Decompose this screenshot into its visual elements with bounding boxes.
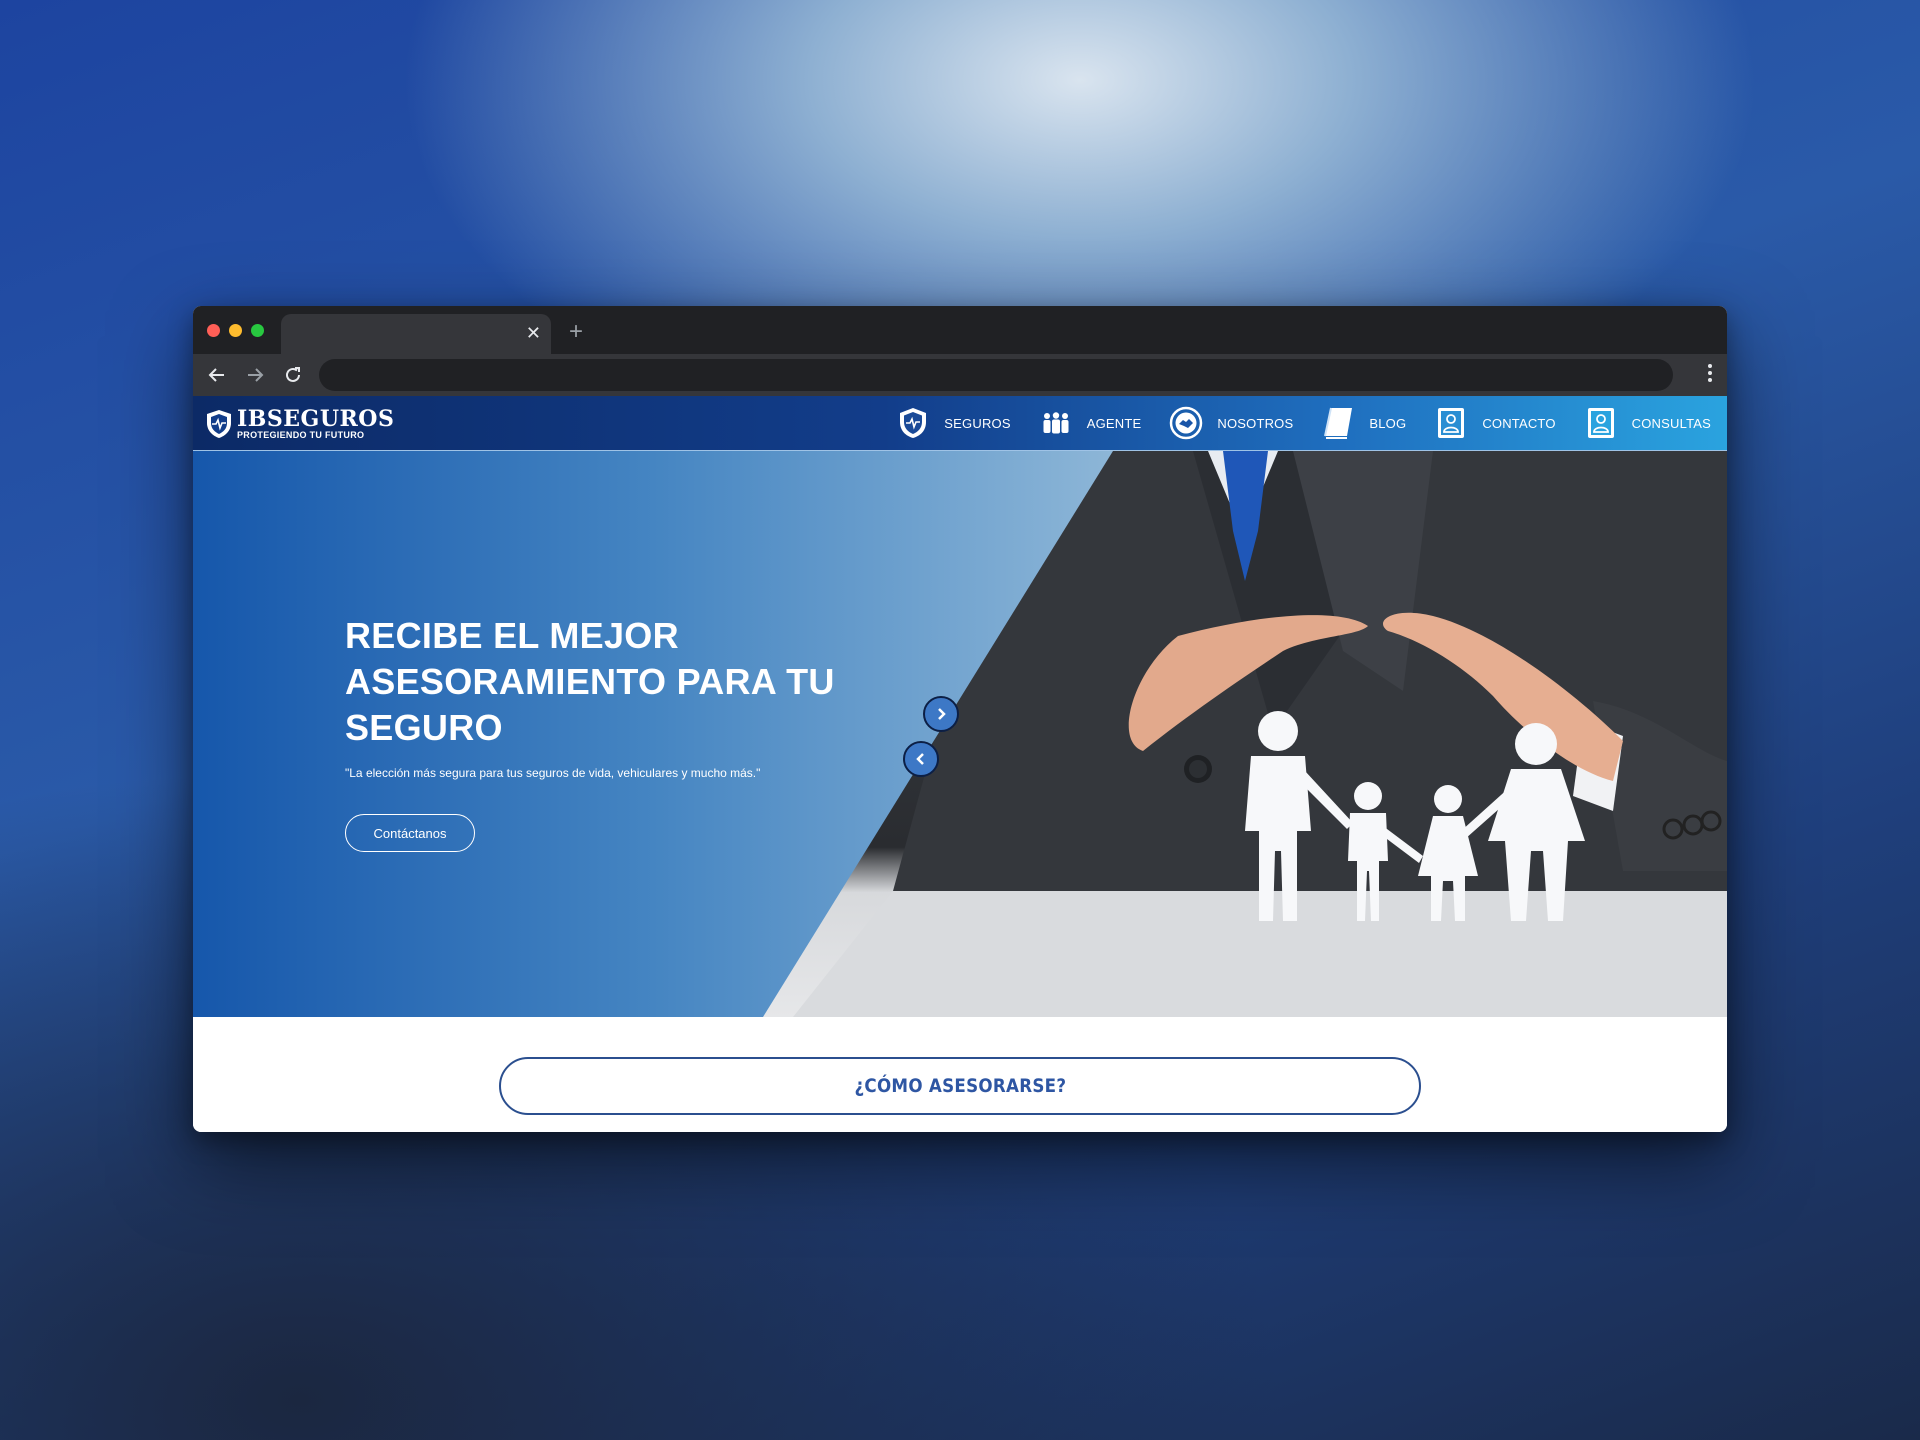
website: IBSEGUROS PROTEGIENDO TU FUTURO SEGUROS … [193,396,1727,1132]
forward-button[interactable] [241,361,269,389]
nav-blog[interactable]: BLOG [1321,406,1406,440]
how-to-advise-button[interactable]: ¿CÓMO ASESORARSE? [499,1057,1421,1115]
tab-close-icon[interactable]: ✕ [526,322,541,344]
slider-next-button[interactable] [923,696,959,732]
browser-window: ✕ + IBSEGUROS PROTEGIENDO TU FUTURO SEGU… [193,306,1727,1132]
hero-title: RECIBE EL MEJOR ASESORAMIENTO PARA TU SE… [345,615,835,748]
nav-label-contacto: CONTACTO [1482,415,1556,431]
back-button[interactable] [203,361,231,389]
chevron-left-icon [916,753,924,765]
new-tab-button[interactable]: + [569,320,583,344]
nav-contacto[interactable]: CONTACTO [1434,406,1555,440]
arrow-right-icon [248,368,264,382]
site-logo[interactable]: IBSEGUROS PROTEGIENDO TU FUTURO [205,404,394,444]
nav-consultas[interactable]: CONSULTAS [1584,406,1711,440]
minimize-window-button[interactable] [229,324,242,337]
maximize-window-button[interactable] [251,324,264,337]
browser-toolbar [193,354,1727,396]
address-bar[interactable] [319,359,1673,391]
nav-label-agente: AGENTE [1086,415,1142,431]
browser-chrome: ✕ + [193,306,1727,396]
browser-tab[interactable]: ✕ [281,314,551,354]
close-window-button[interactable] [207,324,220,337]
hero-subtitle: "La elección más segura para tus seguros… [345,766,761,780]
hero-banner: RECIBE EL MEJOR ASESORAMIENTO PARA TU SE… [193,451,1727,1017]
contact-card-icon [1434,406,1468,440]
contact-cta-button[interactable]: Contáctanos [345,814,475,852]
reload-button[interactable] [279,361,307,389]
nav-label-nosotros: NOSOTROS [1217,415,1294,431]
section-below-hero: ¿CÓMO ASESORARSE? [193,1017,1727,1132]
main-menu: SEGUROS AGENTE NOSOTROS BLOG CONTACTO CO… [868,396,1711,450]
nav-seguros[interactable]: SEGUROS [896,406,1011,440]
shield-logo-icon [207,410,231,438]
site-navbar: IBSEGUROS PROTEGIENDO TU FUTURO SEGUROS … [193,396,1727,451]
nav-label-consultas: CONSULTAS [1631,415,1711,431]
browser-menu-icon[interactable] [1707,364,1713,386]
chevron-right-icon [938,708,946,720]
hero-text-block: RECIBE EL MEJOR ASESORAMIENTO PARA TU SE… [345,613,865,781]
nav-label-blog: BLOG [1369,415,1407,431]
handshake-circle-icon [1169,406,1203,440]
nav-nosotros[interactable]: NOSOTROS [1169,406,1293,440]
book-icon [1321,406,1355,440]
slider-prev-button[interactable] [903,741,939,777]
nav-label-seguros: SEGUROS [944,415,1011,431]
shield-heartbeat-icon [896,406,930,440]
contact-card-icon [1584,406,1618,440]
arrow-left-icon [208,368,224,382]
how-to-advise-label: ¿CÓMO ASESORARSE? [854,1075,1066,1097]
reload-icon [286,367,300,382]
people-icon [1039,406,1073,440]
nav-agente[interactable]: AGENTE [1039,406,1142,440]
logo-name: IBSEGUROS [237,405,395,432]
